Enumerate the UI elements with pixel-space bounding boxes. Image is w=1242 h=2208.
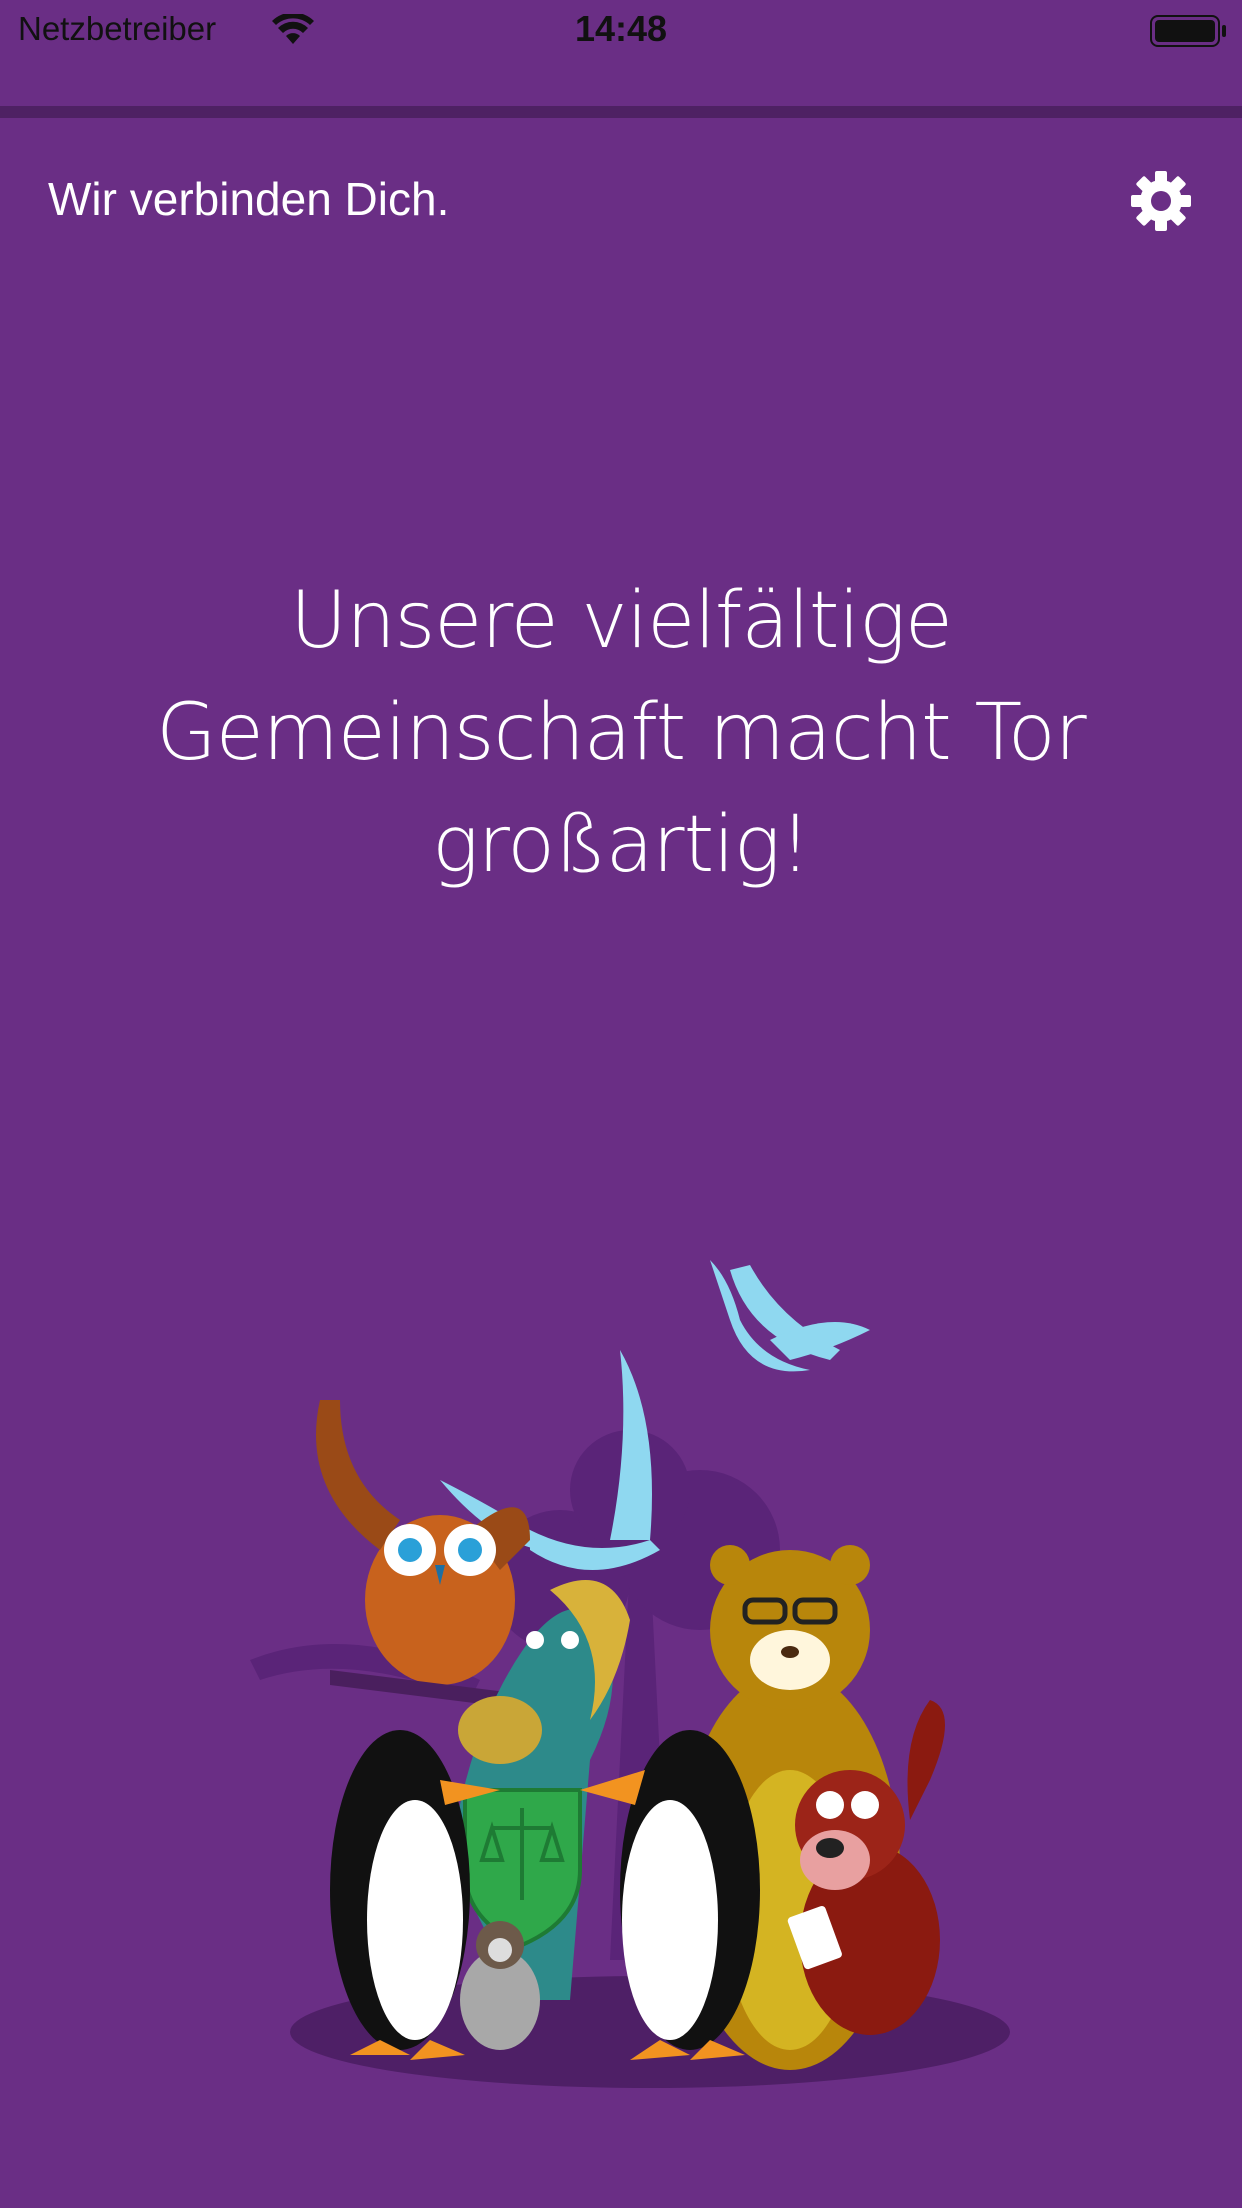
status-time: 14:48 <box>574 8 668 49</box>
settings-button[interactable] <box>1128 168 1194 234</box>
battery-icon <box>1150 15 1226 47</box>
gear-icon <box>1131 171 1191 231</box>
status-bar: Netzbetreiber 14:48 <box>0 0 1242 60</box>
header-divider <box>0 106 1242 118</box>
community-illustration <box>250 1260 1010 2088</box>
page-title: Wir verbinden Dich. <box>48 173 450 225</box>
headline-text: Unsere vielfältige Gemeinschaft macht To… <box>156 576 1086 890</box>
